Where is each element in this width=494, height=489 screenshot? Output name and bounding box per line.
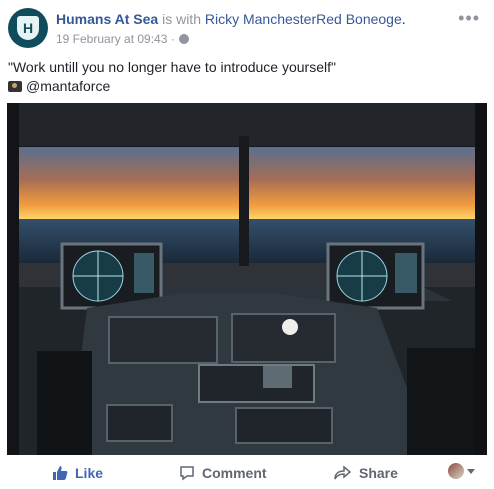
reaction-profile-selector[interactable] (448, 463, 475, 479)
globe-icon[interactable] (178, 34, 189, 44)
comment-button[interactable]: Comment (179, 465, 267, 481)
like-button[interactable]: Like (52, 465, 103, 481)
post-header: H Humans At Sea is with Ricky Manchester… (8, 8, 488, 48)
comment-label: Comment (202, 465, 267, 481)
share-arrow-icon (334, 465, 352, 480)
page-avatar[interactable]: H (8, 8, 48, 48)
thumbs-up-icon (53, 466, 68, 480)
post-quote: "Work untill you no longer have to intro… (8, 59, 336, 75)
share-label: Share (359, 465, 398, 481)
shield-h-logo-icon: H (17, 16, 39, 40)
with-text: is with (162, 11, 201, 27)
like-label: Like (75, 465, 104, 481)
speech-bubble-icon (180, 466, 194, 481)
ship-bridge-photo (7, 103, 487, 455)
post-photo[interactable] (7, 103, 487, 455)
share-button[interactable]: Share (334, 465, 398, 481)
profile-avatar (448, 463, 464, 479)
timestamp-link[interactable]: 19 February at 09:43 · (56, 32, 175, 46)
post-text: "Work untill you no longer have to intro… (8, 58, 486, 96)
post-credit-line: @mantaforce (8, 77, 486, 96)
post-credit[interactable]: @mantaforce (26, 78, 110, 94)
post-actions: Like Comment Share (0, 455, 494, 489)
more-options-button[interactable]: ••• (458, 8, 480, 29)
camera-emoji-icon (8, 81, 22, 92)
chevron-down-icon (467, 468, 475, 474)
period-text: . (401, 11, 406, 27)
page-name-link[interactable]: Humans At Sea (56, 11, 158, 27)
post-meta: 19 February at 09:43 · (56, 32, 189, 46)
post-author-line: Humans At Sea is with Ricky ManchesterRe… (56, 11, 406, 27)
tagged-person-link[interactable]: Ricky ManchesterRed Boneoge (205, 11, 402, 27)
